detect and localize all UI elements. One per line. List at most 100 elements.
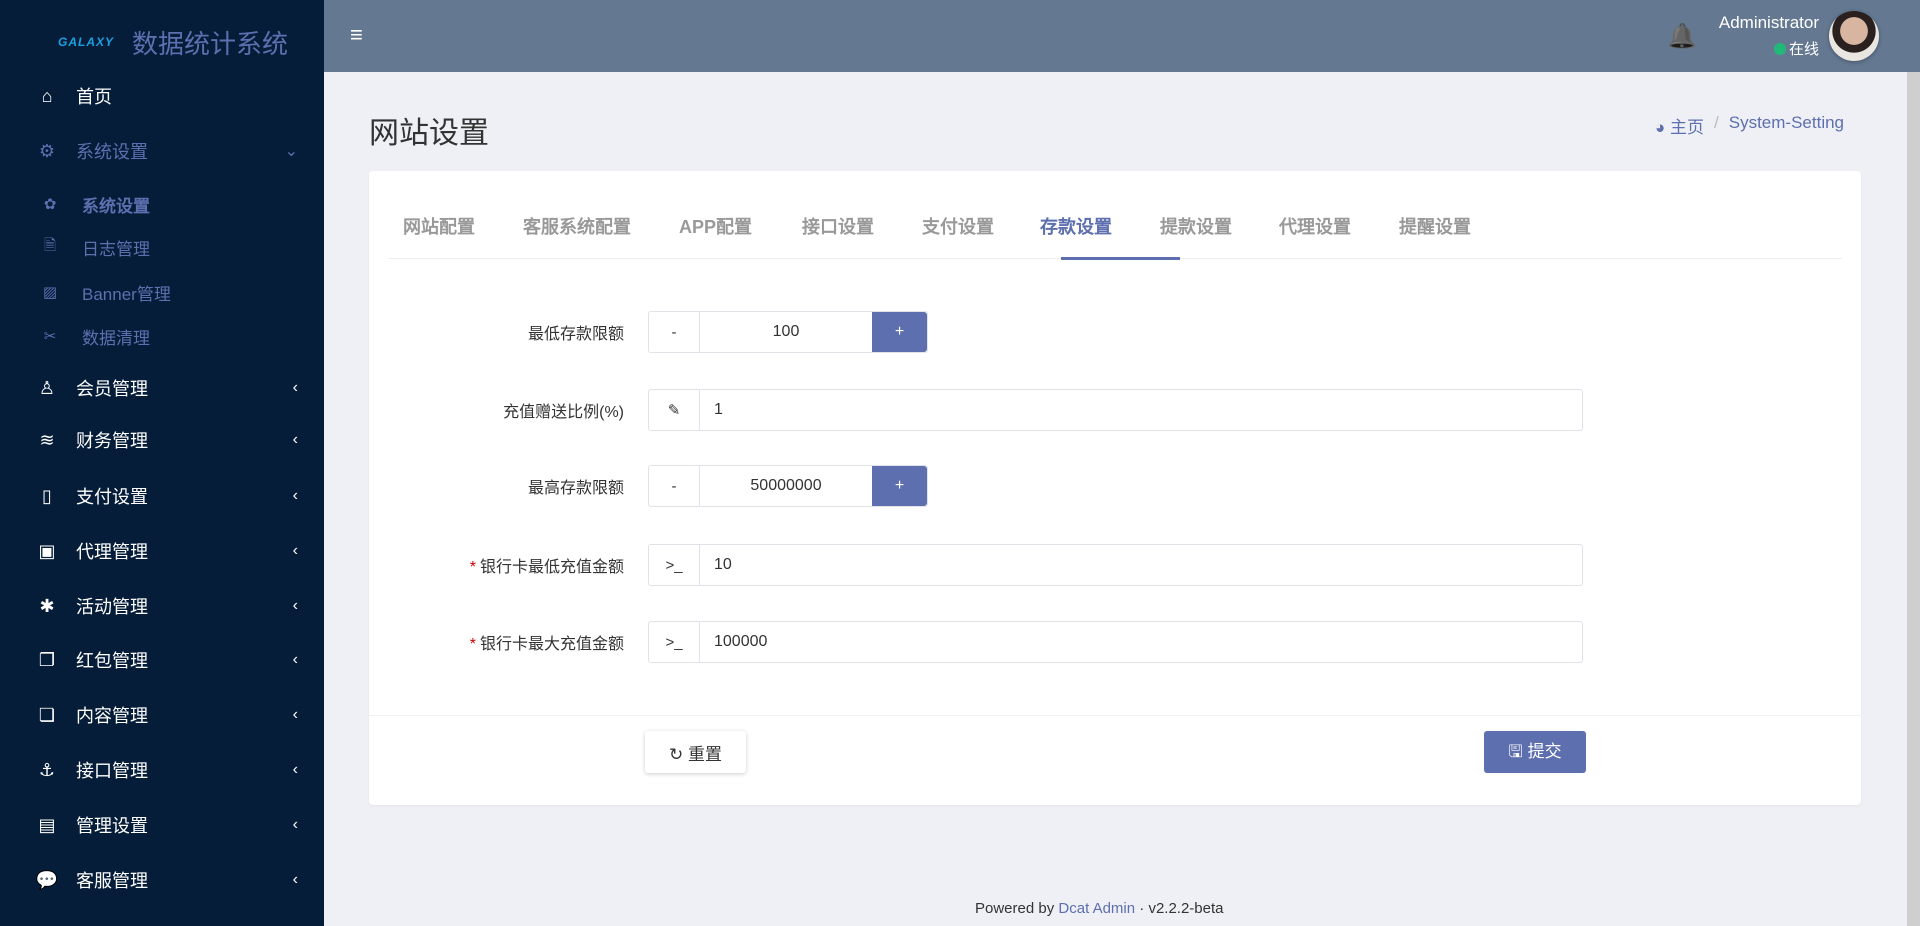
submit-button[interactable]: 🖫 提交 <box>1484 731 1586 773</box>
avatar[interactable] <box>1829 11 1879 61</box>
page-title: 网站设置 <box>369 117 489 150</box>
field-label: * 银行卡最低充值金额 <box>384 553 624 577</box>
sidebar-subitem[interactable]: 🗎 日志管理 <box>0 229 150 265</box>
yelp-icon: ✱ <box>39 595 55 616</box>
sidebar-item[interactable]: ❏ 内容管理 ‹ <box>0 695 324 735</box>
bell-icon[interactable]: 🔔 <box>1667 22 1697 51</box>
text-input[interactable]: 100000 <box>700 622 1582 662</box>
terminal-icon: >_ <box>649 545 700 585</box>
chevron-icon: ‹ <box>292 871 298 888</box>
form-row: 充值赠送比例(%) ✎ 1 <box>369 389 1861 431</box>
cogs-icon: ⚙ <box>38 140 56 161</box>
dcat-admin-link[interactable]: Dcat Admin <box>1058 900 1135 917</box>
user-icon: ♙ <box>38 377 56 398</box>
sidebar-item[interactable]: ▣ 代理管理 ‹ <box>0 531 324 571</box>
tab[interactable]: 客服系统配置 <box>523 213 631 239</box>
sidebar-item[interactable]: ✱ 活动管理 ‹ <box>0 586 324 626</box>
terminal-icon: >_ <box>649 622 700 662</box>
field-label-text: 最低存款限额 <box>527 326 624 343</box>
number-stepper: -100 + <box>648 311 928 353</box>
bookmark-icon: ▯ <box>42 485 52 506</box>
scrollbar-thumb[interactable] <box>1907 0 1920 72</box>
form-row: * 银行卡最低充值金额 >_ 10 <box>369 544 1861 586</box>
image-icon: ▨ <box>42 284 58 301</box>
text-input[interactable]: 10 <box>700 545 1582 585</box>
chevron-icon: ‹ <box>292 431 298 448</box>
number-input[interactable]: 50000000 <box>700 466 872 506</box>
form-footer-divider <box>369 715 1861 716</box>
sidebar-item-label: 支付设置 <box>76 487 148 507</box>
sidebar-item[interactable]: ♙ 会员管理 ‹ <box>0 368 324 408</box>
chevron-icon: ‹ <box>292 597 298 614</box>
file-icon: 🗎 <box>43 236 57 254</box>
field-label: * 银行卡最大充值金额 <box>384 630 624 654</box>
scissors-icon: ✂ <box>43 328 57 345</box>
tab[interactable]: 存款设置 <box>1040 213 1112 239</box>
sidebar-item[interactable]: ⚓ 接口管理 ‹ <box>0 750 324 790</box>
chevron-icon: ‹ <box>292 379 298 396</box>
anchor-icon: ⚓ <box>38 759 56 780</box>
increment-button[interactable]: + <box>872 466 927 506</box>
sidebar-subitem[interactable]: ✿ 系统设置 <box>0 186 150 222</box>
sidebar-item-label: 系统设置 <box>76 142 148 162</box>
database-icon: ≋ <box>39 429 55 450</box>
sidebar-item[interactable]: ▯ 支付设置 ‹ <box>0 476 324 516</box>
brand-title: 数据统计系统 <box>132 28 289 59</box>
text-input-group: >_ 100000 <box>648 621 1583 663</box>
text-input[interactable]: 1 <box>700 390 1582 430</box>
tab[interactable]: 网站配置 <box>403 213 475 239</box>
dashboard-icon: ◕ <box>1655 118 1670 137</box>
sidebar-item[interactable]: 💬 客服管理 ‹ <box>0 860 324 900</box>
sidebar-item-label: 红包管理 <box>76 651 148 671</box>
field-label-text: 银行卡最低充值金额 <box>479 559 624 576</box>
chevron-icon: ‹ <box>292 651 298 668</box>
breadcrumb-separator: / <box>1714 113 1719 132</box>
scrollbar[interactable] <box>1907 0 1920 926</box>
chevron-icon: ‹ <box>292 487 298 504</box>
chevron-icon: ‹ <box>292 542 298 559</box>
online-dot-icon <box>1773 42 1786 55</box>
sidebar-item-label: 首页 <box>76 87 112 107</box>
menu-toggle-icon[interactable]: ≡ <box>350 22 363 48</box>
form-row: 最低存款限额 -100 + <box>369 311 1861 353</box>
sidebar-item-label: 代理管理 <box>76 542 148 562</box>
reset-button[interactable]: ↻ 重置 <box>645 731 746 773</box>
footer-dot: · <box>1139 900 1145 917</box>
sidebar-item[interactable]: ⚙ 系统设置 ⌄ <box>0 131 324 171</box>
decrement-button[interactable]: - <box>649 312 700 352</box>
required-mark: * <box>469 559 476 576</box>
tab[interactable]: 接口设置 <box>802 213 874 239</box>
sidebar-item[interactable]: ▤ 管理设置 ‹ <box>0 805 324 845</box>
tab[interactable]: APP配置 <box>679 213 752 239</box>
chevron-icon: ‹ <box>292 816 298 833</box>
text-input-group: ✎ 1 <box>648 389 1583 431</box>
sidebar-item-label: 活动管理 <box>76 597 148 617</box>
sidebar-item[interactable]: ⌂ 首页 <box>0 76 324 116</box>
cog-icon: ✿ <box>43 196 57 213</box>
tab[interactable]: 代理设置 <box>1279 213 1351 239</box>
text-input-group: >_ 10 <box>648 544 1583 586</box>
user-name[interactable]: Administrator <box>1719 13 1819 33</box>
tab[interactable]: 提醒设置 <box>1399 213 1471 239</box>
field-label-text: 充值赠送比例(%) <box>503 404 624 421</box>
sidebar-item[interactable]: ≋ 财务管理 ‹ <box>0 420 324 460</box>
sidebar-subitem[interactable]: ▨ Banner管理 <box>0 274 171 310</box>
brand[interactable]: GALAXY 数据统计系统 <box>58 22 288 62</box>
sidebar-subitem[interactable]: ✂ 数据清理 <box>0 318 150 354</box>
footer-prefix: Powered by <box>975 900 1055 917</box>
sidebar-item-label: 接口管理 <box>76 761 148 781</box>
breadcrumb-home[interactable]: ◕ 主页 <box>1655 113 1704 138</box>
tab[interactable]: 支付设置 <box>922 213 994 239</box>
sidebar-subitem-label: 数据清理 <box>82 328 150 348</box>
status-text: 在线 <box>1788 41 1819 58</box>
copy-icon: ❏ <box>38 704 56 725</box>
decrement-button[interactable]: - <box>649 466 700 506</box>
sidebar-item[interactable]: ❐ 红包管理 ‹ <box>0 640 324 680</box>
top-navbar: ≡ 🔔 Administrator 在线 <box>324 0 1907 72</box>
tab[interactable]: 提款设置 <box>1160 213 1232 239</box>
sidebar-item-label: 会员管理 <box>76 379 148 399</box>
sidebar-item-label: 客服管理 <box>76 871 148 891</box>
sidebar-item-label: 管理设置 <box>76 816 148 836</box>
increment-button[interactable]: + <box>872 312 927 352</box>
number-input[interactable]: 100 <box>700 312 872 352</box>
